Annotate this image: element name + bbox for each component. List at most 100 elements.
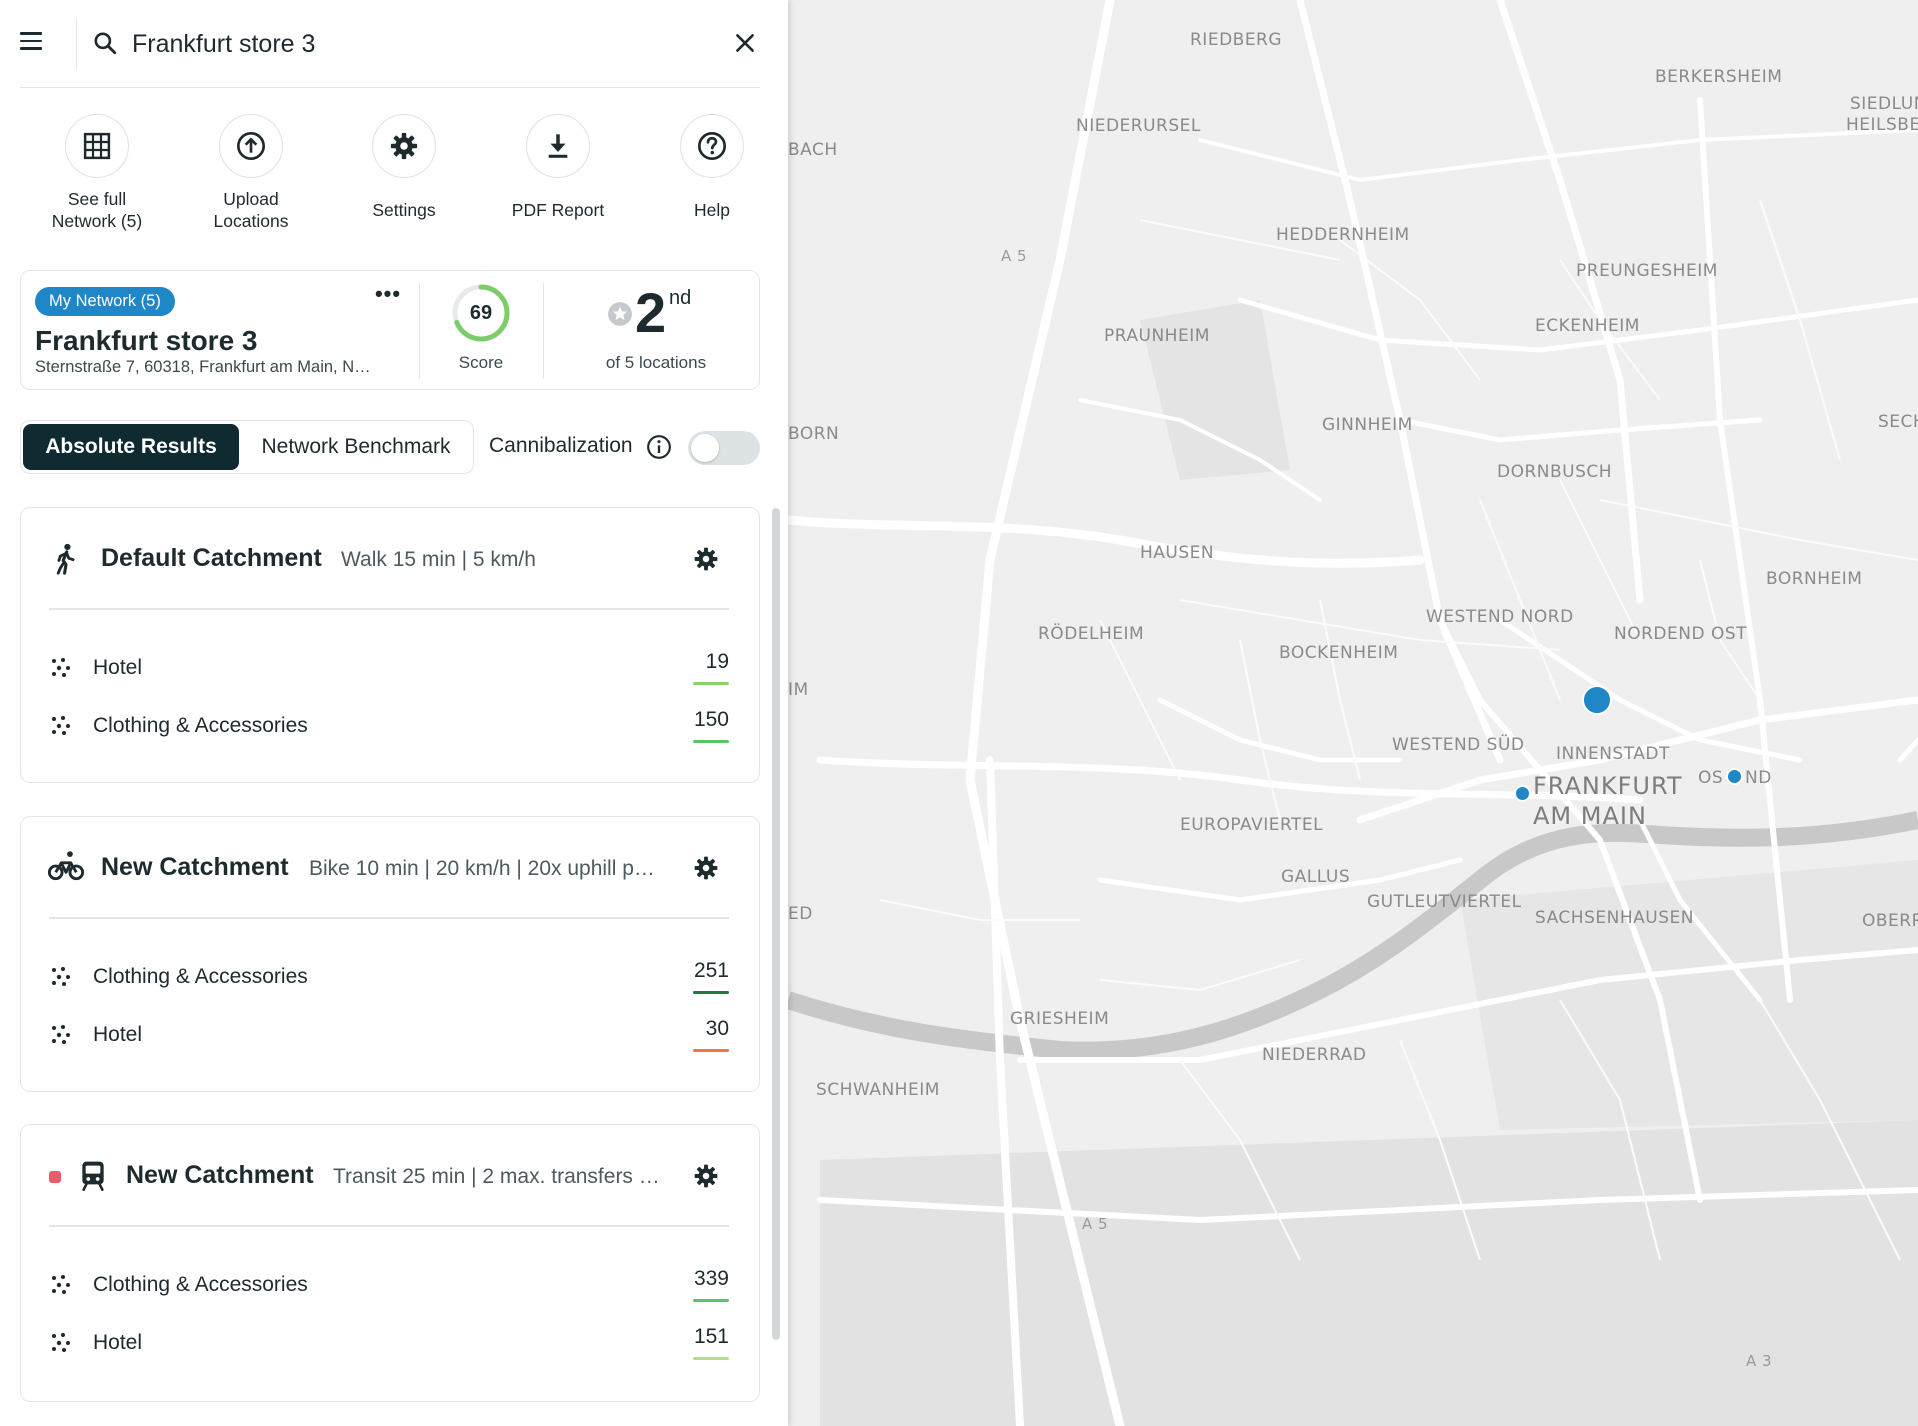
toggle-knob (691, 434, 719, 462)
poi-count: 19 (705, 650, 729, 673)
poi-cluster-icon (52, 658, 70, 677)
poi-row[interactable]: Clothing & Accessories 150 (49, 706, 729, 746)
help-icon (680, 114, 744, 178)
map-label-ginnheim: GINNHEIM (1322, 415, 1413, 435)
map-label-sech: SECH (1878, 412, 1918, 432)
poi-count: 151 (693, 1325, 729, 1348)
gear-icon (372, 114, 436, 178)
pdf-report-label: PDF Report (511, 200, 605, 220)
walk-icon (56, 543, 75, 575)
poi-indicator (693, 682, 729, 685)
star-icon (608, 302, 632, 326)
see-full-network-label: See full Network (5) (51, 189, 143, 231)
upload-locations-label: Upload Locations (213, 189, 289, 231)
close-icon[interactable] (732, 30, 758, 56)
tab-network-benchmark[interactable]: Network Benchmark (243, 424, 469, 470)
poi-count: 251 (693, 959, 729, 982)
map-label-niederrad: NIEDERRAD (1262, 1045, 1367, 1065)
poi-count: 150 (693, 708, 729, 731)
map-marker-selected-store[interactable] (1582, 685, 1612, 715)
catchment-subtitle: Walk 15 min | 5 km/h (341, 548, 536, 571)
poi-cluster-icon (52, 1333, 70, 1352)
poi-cluster-icon (52, 1275, 70, 1294)
map-label-sachsenhausen: SACHSENHAUSEN (1535, 908, 1694, 928)
catchment-title: Default Catchment (101, 544, 322, 572)
poi-label: Clothing & Accessories (93, 714, 308, 737)
catchment-title: New Catchment (126, 1161, 314, 1189)
map-marker-store[interactable] (1726, 768, 1743, 785)
poi-row[interactable]: Clothing & Accessories 339 (49, 1265, 729, 1305)
poi-row[interactable]: Hotel 30 (49, 1015, 729, 1055)
upload-locations-button[interactable]: Upload Locations (176, 114, 326, 232)
poi-row[interactable]: Clothing & Accessories 251 (49, 957, 729, 997)
map-label-europaviertel: EUROPAVIERTEL (1180, 815, 1324, 835)
map-label-siedlun: SIEDLUN (1850, 94, 1918, 114)
map-label-a3: A 3 (1746, 1352, 1773, 1370)
score-label: Score (458, 353, 504, 372)
map-label-nd: ND (1745, 768, 1772, 788)
gear-icon[interactable] (693, 855, 719, 881)
search-icon (94, 32, 117, 55)
map-label-a5-south: A 5 (1082, 1215, 1109, 1233)
poi-indicator (693, 1049, 729, 1052)
search-bar (20, 0, 760, 88)
upload-icon (219, 114, 283, 178)
cannibalization-label: Cannibalization (489, 434, 633, 457)
action-bar: See full Network (5) Upload Locations Se… (20, 114, 760, 244)
poi-row[interactable]: Hotel 19 (49, 648, 729, 688)
download-icon (526, 114, 590, 178)
poi-row[interactable]: Hotel 151 (49, 1323, 729, 1363)
map-label-im: IM (788, 680, 809, 700)
help-button[interactable]: Help (637, 114, 787, 221)
divider (49, 917, 729, 919)
catchment-subtitle: Transit 25 min | 2 max. transfers … (333, 1165, 660, 1188)
map-label-frankfurt: FRANKFURT (1533, 772, 1683, 800)
settings-button[interactable]: Settings (329, 114, 479, 221)
map-label-roedelheim: RÖDELHEIM (1038, 624, 1145, 644)
info-icon[interactable] (646, 434, 672, 460)
poi-count: 339 (693, 1267, 729, 1290)
poi-indicator (693, 991, 729, 994)
map-label-oberr: OBERR (1862, 911, 1918, 931)
store-name: Frankfurt store 3 (35, 325, 258, 356)
map-label-bach: BACH (788, 140, 838, 160)
help-label: Help (694, 200, 730, 220)
map-label-am-main: AM MAIN (1533, 802, 1647, 830)
pdf-report-button[interactable]: PDF Report (483, 114, 633, 221)
cannibalization-toggle[interactable] (688, 431, 760, 465)
search-input[interactable] (132, 24, 692, 64)
map-label-gutleutviertel: GUTLEUTVIERTEL (1367, 892, 1522, 912)
side-panel: See full Network (5) Upload Locations (0, 0, 788, 1426)
map-label-riedberg: RIEDBERG (1190, 30, 1283, 50)
poi-count: 30 (705, 1017, 729, 1040)
rank-value: 2 (635, 281, 667, 344)
map-label-nordend-ost: NORDEND OST (1614, 624, 1748, 644)
map-marker-store[interactable] (1514, 785, 1531, 802)
tab-absolute-results[interactable]: Absolute Results (23, 424, 239, 470)
divider (76, 18, 77, 70)
map-label-born: BORN (788, 424, 840, 444)
catchment-color-indicator (49, 1171, 61, 1183)
poi-label: Clothing & Accessories (93, 1273, 308, 1296)
scrollbar[interactable] (772, 508, 780, 1340)
map-label-griesheim: GRIESHEIM (1010, 1009, 1110, 1029)
menu-icon[interactable] (20, 32, 44, 52)
score-value: 69 (469, 302, 493, 324)
rank-suffix: nd (669, 287, 692, 309)
gear-icon[interactable] (693, 546, 719, 572)
map-label-heilsbe: HEILSBE (1846, 115, 1918, 135)
more-options-icon[interactable]: ••• (373, 283, 403, 307)
map-label-ed: ED (788, 904, 813, 924)
map-label-bockenheim: BOCKENHEIM (1279, 643, 1399, 663)
store-address: Sternstraße 7, 60318, Frankfurt am Main,… (35, 358, 371, 376)
gear-icon[interactable] (693, 1163, 719, 1189)
map-label-schwanheim: SCHWANHEIM (816, 1080, 940, 1100)
see-full-network-button[interactable]: See full Network (5) (22, 114, 172, 232)
divider (543, 283, 544, 379)
network-badge[interactable]: My Network (5) (35, 287, 175, 316)
map-label-berkersheim: BERKERSHEIM (1655, 67, 1783, 87)
map-label-praunheim: PRAUNHEIM (1104, 326, 1210, 346)
map-label-hausen: HAUSEN (1140, 543, 1215, 563)
map-label-eckenheim: ECKENHEIM (1535, 316, 1640, 336)
settings-label: Settings (372, 200, 436, 220)
